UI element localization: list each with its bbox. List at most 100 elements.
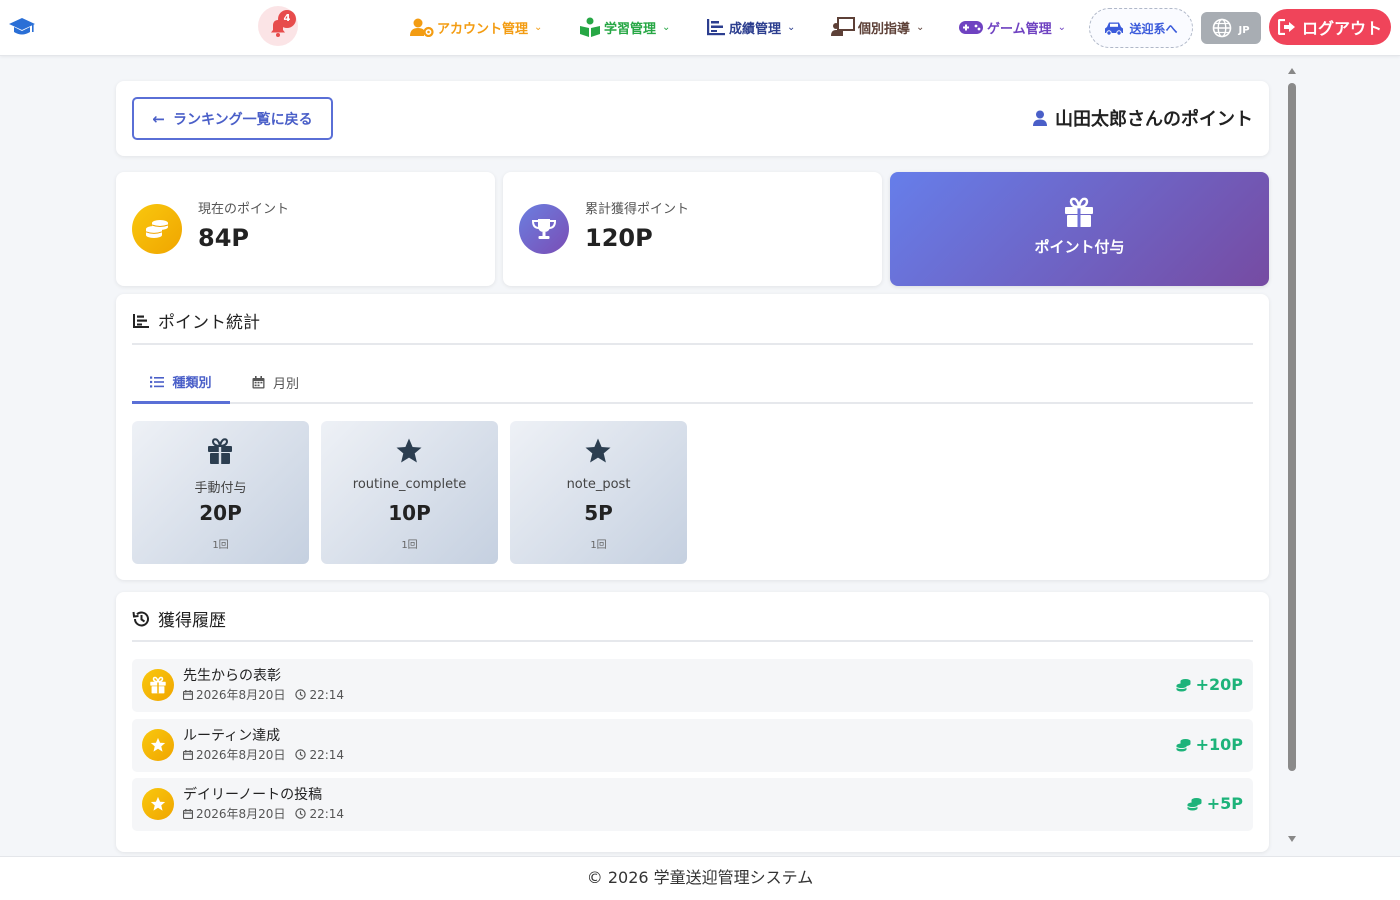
- scroll-up-arrow[interactable]: [1288, 68, 1296, 74]
- menu-individual-tutoring[interactable]: 個別指導 ⌄: [831, 14, 924, 40]
- history-item-meta: 2026年8月20日 22:14: [183, 746, 344, 763]
- history-item-meta: 2026年8月20日 22:14: [183, 805, 344, 822]
- award-points-button[interactable]: ポイント付与: [890, 172, 1269, 286]
- history-item-date: 2026年8月20日: [196, 807, 286, 821]
- logout-label: ログアウト: [1301, 19, 1382, 38]
- gift-icon: [1065, 197, 1093, 227]
- chevron-down-icon: ⌄: [662, 21, 671, 33]
- history-item: 先生からの表彰 2026年8月20日 22:14 +20P: [132, 659, 1253, 712]
- history-item: ルーティン達成 2026年8月20日 22:14 +10P: [132, 719, 1253, 772]
- page-title-text: 山田太郎さんのポイント: [1055, 109, 1253, 130]
- point-stats-tabs: 種類別 月別: [132, 362, 1253, 404]
- chevron-down-icon: ⌄: [787, 21, 796, 33]
- chevron-down-icon: ⌄: [534, 21, 543, 33]
- star-icon: [142, 788, 174, 820]
- history-item-time-wrap: 22:14: [295, 748, 344, 762]
- history-title: 獲得履歴: [132, 606, 226, 631]
- point-type-name: note_post: [566, 477, 631, 492]
- current-points-value: 84P: [198, 224, 249, 252]
- calendar-icon: [183, 689, 193, 700]
- star-icon: [142, 729, 174, 761]
- book-reader-icon: [580, 17, 600, 37]
- scroll-down-arrow[interactable]: [1288, 836, 1296, 842]
- chart-bar-icon: [133, 313, 149, 328]
- gift-icon: [142, 669, 174, 701]
- menu-label: 成績管理: [729, 21, 782, 37]
- total-points-card: 累計獲得ポイント 120P: [503, 172, 882, 286]
- logout-button[interactable]: ログアウト: [1269, 9, 1391, 45]
- tab-by-type[interactable]: 種類別: [132, 362, 230, 404]
- clock-icon: [295, 749, 307, 760]
- tab-label: 月別: [273, 376, 300, 392]
- coins-icon: [1175, 738, 1191, 751]
- sign-out-icon: [1277, 19, 1295, 35]
- point-type-points: 10P: [388, 501, 431, 525]
- history-item-points-value: +20P: [1195, 675, 1243, 694]
- menu-game-management[interactable]: ゲーム管理 ⌄: [958, 14, 1066, 40]
- history-item-title: ルーティン達成: [183, 728, 281, 744]
- history-title-text: 獲得履歴: [158, 611, 226, 631]
- menu-learning-management[interactable]: 学習管理 ⌄: [579, 14, 670, 40]
- history-item-title: デイリーノートの投稿: [183, 787, 323, 803]
- current-points-label: 現在のポイント: [198, 202, 290, 217]
- menu-label: アカウント管理: [437, 21, 529, 37]
- section-divider: [132, 343, 1253, 345]
- page-scrollbar[interactable]: [1285, 66, 1300, 846]
- history-item-title: 先生からの表彰: [183, 668, 281, 684]
- history-item-date: 2026年8月20日: [196, 748, 286, 762]
- chart-bar-icon: [707, 19, 725, 36]
- language-switch-button[interactable]: JP: [1201, 12, 1261, 44]
- point-history-card: 獲得履歴 先生からの表彰 2026年8月20日 22:14 +20P ルーティン…: [116, 592, 1269, 852]
- clock-icon: [295, 689, 307, 700]
- point-type-count: 1回: [590, 540, 607, 551]
- history-item-time-wrap: 22:14: [295, 807, 344, 821]
- tab-label: 種類別: [172, 376, 212, 391]
- pickup-button-label: 送迎系へ: [1129, 21, 1178, 36]
- history-item: デイリーノートの投稿 2026年8月20日 22:14 +5P: [132, 778, 1253, 831]
- history-item-time: 22:14: [309, 806, 345, 821]
- trophy-icon: [519, 204, 569, 254]
- menu-account-management[interactable]: アカウント管理 ⌄: [410, 14, 542, 40]
- globe-icon: [1213, 18, 1232, 38]
- point-type-points: 5P: [584, 501, 613, 525]
- star-icon: [396, 438, 422, 463]
- history-item-meta: 2026年8月20日 22:14: [183, 686, 344, 703]
- menu-label: ゲーム管理: [987, 21, 1052, 37]
- section-divider: [132, 640, 1253, 642]
- point-type-name: routine_complete: [352, 477, 467, 492]
- total-points-value: 120P: [585, 224, 653, 252]
- menu-grades-management[interactable]: 成績管理 ⌄: [706, 14, 795, 40]
- history-icon: [132, 611, 149, 626]
- history-item-time-wrap: 22:14: [295, 688, 344, 702]
- point-type-count: 1回: [212, 540, 229, 551]
- history-item-points: +20P: [1175, 675, 1243, 694]
- coins-icon: [1175, 678, 1191, 691]
- history-item-time: 22:14: [309, 747, 345, 762]
- point-type-tile: 手動付与 20P 1回: [132, 421, 309, 564]
- graduation-cap-icon[interactable]: [8, 14, 36, 38]
- notification-count-badge: 4: [278, 10, 296, 28]
- footer-copyright: © 2026 学童送迎管理システム: [586, 868, 814, 887]
- gift-icon: [208, 438, 232, 464]
- point-stats-card: ポイント統計 種類別 月別 手動付与 20P 1回 routine_comple…: [116, 294, 1269, 580]
- history-item-points: +5P: [1187, 794, 1243, 813]
- scroll-thumb[interactable]: [1288, 83, 1296, 771]
- point-type-count: 1回: [401, 540, 418, 551]
- chevron-down-icon: ⌄: [916, 21, 925, 33]
- tab-by-month[interactable]: 月別: [252, 362, 299, 402]
- notification-button[interactable]: 4: [256, 4, 304, 48]
- user-gear-icon: [410, 18, 434, 37]
- menu-label: 学習管理: [604, 21, 657, 37]
- page-footer: © 2026 学童送迎管理システム: [0, 856, 1400, 900]
- menu-label: 個別指導: [858, 21, 911, 37]
- pickup-system-button[interactable]: 送迎系へ: [1089, 8, 1193, 48]
- history-item-time: 22:14: [309, 687, 345, 702]
- arrow-left-icon: ←: [152, 109, 165, 128]
- award-points-label: ポイント付与: [1034, 238, 1125, 256]
- chevron-down-icon: ⌄: [1057, 21, 1067, 33]
- clock-icon: [295, 808, 307, 819]
- calendar-icon: [183, 749, 193, 760]
- calendar-icon: [183, 808, 193, 819]
- back-to-ranking-button[interactable]: ← ランキング一覧に戻る: [132, 97, 333, 140]
- point-type-tile: routine_complete 10P 1回: [321, 421, 498, 564]
